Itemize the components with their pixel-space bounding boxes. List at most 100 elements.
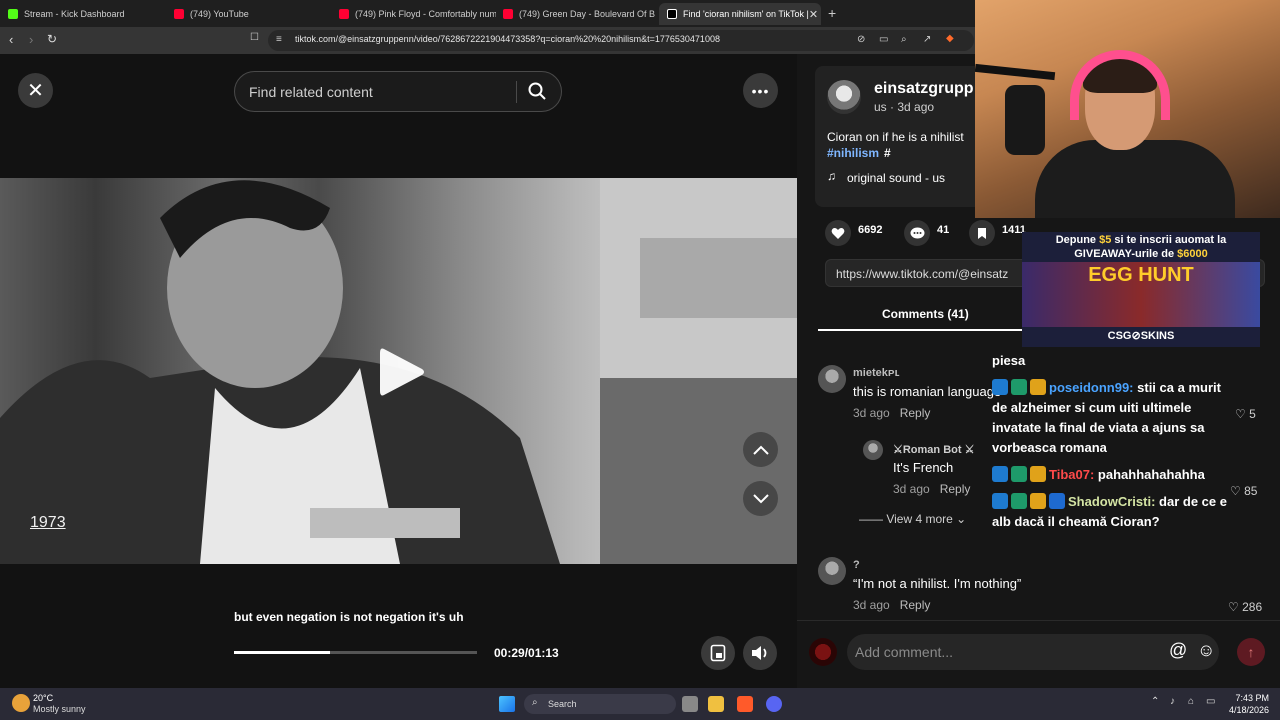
webcam-person-body — [1035, 140, 1235, 218]
play-icon — [380, 348, 424, 396]
like-button[interactable] — [825, 220, 851, 246]
search-icon: ⌕ — [532, 697, 538, 708]
reply-button[interactable]: Reply — [900, 598, 931, 612]
address-bar[interactable]: ≡ tiktok.com/@einsatzgruppenn/video/7628… — [268, 30, 974, 51]
comment-count: 41 — [937, 224, 950, 236]
volume-tray-icon[interactable]: ♪ — [1170, 696, 1175, 707]
taskbar-search-text: Search — [548, 699, 577, 709]
youtube-icon — [339, 9, 349, 19]
chat-message: piesa — [992, 351, 1025, 371]
tab-kick-dashboard[interactable]: Stream - Kick Dashboard — [0, 3, 165, 25]
file-explorer-icon[interactable] — [708, 696, 724, 712]
network-icon[interactable]: ⌂ — [1188, 696, 1194, 707]
chat-text: invatate la final de viata a ajuns sa — [992, 420, 1205, 435]
new-tab-button[interactable]: + — [828, 5, 836, 21]
send-comment-button[interactable]: ↑ — [1237, 638, 1265, 666]
search-icon[interactable] — [527, 81, 547, 106]
comment-time: 3d ago — [853, 598, 890, 612]
author-avatar[interactable] — [827, 80, 861, 114]
comment-like[interactable]: ♡ 5 — [1235, 407, 1256, 421]
hashtag-link-extra[interactable]: # — [884, 146, 891, 160]
comment-avatar[interactable] — [818, 365, 846, 393]
chat-text: alb dacă il cheamă Cioran? — [992, 514, 1160, 529]
promo-line1b: si te inscrii auomat la — [1111, 234, 1227, 246]
taskbar-clock[interactable]: 7:43 PM — [1225, 693, 1269, 703]
tab-label: Stream - Kick Dashboard — [24, 9, 125, 19]
brave-shield-icon[interactable]: ◆ — [946, 33, 954, 44]
volume-button[interactable] — [743, 636, 777, 670]
play-button[interactable] — [378, 345, 426, 404]
close-tab-icon[interactable]: ✕ — [809, 8, 818, 21]
lightning-badge-icon — [992, 466, 1008, 482]
comment-username[interactable]: ? — [853, 559, 860, 571]
reply-like[interactable]: ♡ 85 — [1230, 484, 1257, 498]
save-button[interactable] — [969, 220, 995, 246]
chat-text: stii ca a murit — [1137, 380, 1221, 395]
divider-line-icon: —— — [859, 512, 887, 526]
tab-pink-floyd[interactable]: (749) Pink Floyd - Comfortably numb — [331, 3, 496, 25]
hashtag-link[interactable]: #nihilism — [827, 146, 879, 160]
no-tracking-icon[interactable]: ⊘ — [857, 34, 865, 45]
comment-avatar[interactable] — [818, 557, 846, 585]
back-icon[interactable]: ‹ — [9, 32, 13, 47]
more-options-button[interactable]: ••• — [743, 73, 778, 108]
reply-username[interactable]: ⚔Roman Bot ⚔ — [893, 443, 974, 456]
view-more-replies[interactable]: —— View 4 more ⌄ — [859, 512, 966, 526]
previous-video-button[interactable] — [743, 432, 778, 467]
tab-comments[interactable]: Comments (41) — [882, 307, 969, 321]
reply-avatar[interactable] — [863, 440, 883, 460]
task-view-icon[interactable] — [682, 696, 698, 712]
author-name[interactable]: einsatzgrupp — [874, 80, 974, 98]
start-menu-icon[interactable] — [499, 696, 515, 712]
progress-bar[interactable] — [234, 651, 477, 654]
reload-icon[interactable]: ↻ — [47, 32, 57, 46]
video-pane: ✕ Find related content ••• 1973 but even… — [0, 54, 797, 688]
next-video-button[interactable] — [743, 481, 778, 516]
comment-meta: 3d ago Reply — [853, 598, 930, 612]
video-frame[interactable]: 1973 — [0, 178, 797, 564]
tray-chevron-icon[interactable]: ⌃ — [1151, 696, 1159, 707]
comment-like[interactable]: ♡ 286 — [1228, 600, 1262, 614]
more-icon: ••• — [751, 82, 770, 99]
comment-button[interactable] — [904, 220, 930, 246]
share-icon[interactable]: ↗ — [923, 34, 931, 45]
taskbar-search[interactable]: ⌕ Search — [524, 694, 676, 714]
weather-sun-icon[interactable] — [12, 694, 30, 712]
battery-icon[interactable]: ▭ — [1206, 696, 1215, 707]
tab-tiktok-active[interactable]: Find 'cioran nihilism' on TikTok | ✕ — [659, 3, 821, 25]
tab-green-day[interactable]: (749) Green Day - Boulevard Of Broken — [495, 3, 655, 25]
heart-outline-icon: ♡ — [1235, 407, 1250, 421]
taskbar-date[interactable]: 4/18/2026 — [1225, 705, 1269, 715]
related-search-box[interactable]: Find related content — [234, 71, 562, 112]
site-info-icon[interactable]: ≡ — [276, 34, 282, 45]
picture-in-picture-button[interactable] — [701, 636, 735, 670]
close-button[interactable]: ✕ — [18, 73, 53, 108]
search-input[interactable]: Find related content — [249, 84, 373, 100]
sound-link[interactable]: original sound - us — [847, 171, 945, 185]
youtube-icon — [174, 9, 184, 19]
video-time: 00:29/01:13 — [494, 646, 559, 660]
view-more-label: View 4 more — [886, 512, 953, 526]
comment-placeholder: Add comment... — [855, 644, 954, 660]
chat-message-cont: de alzheimer si cum uiti ultimele — [992, 398, 1191, 418]
chat-message: ShadowCristi: dar de ce e — [992, 492, 1227, 512]
weather-desc[interactable]: Mostly sunny — [33, 704, 86, 714]
mention-icon[interactable]: @ — [1169, 640, 1187, 661]
emoji-icon[interactable]: ☺ — [1197, 640, 1215, 661]
weather-temp[interactable]: 20°C — [33, 693, 53, 703]
reply-button[interactable]: Reply — [940, 482, 971, 496]
heart-icon — [831, 227, 845, 239]
zoom-icon[interactable]: ⌕ — [901, 34, 907, 45]
comment-time: 3d ago — [853, 406, 890, 420]
discord-icon[interactable] — [766, 696, 782, 712]
tab-youtube[interactable]: (749) YouTube — [166, 3, 331, 25]
reply-button[interactable]: Reply — [900, 406, 931, 420]
comment-username[interactable]: mietekᴘʟ — [853, 367, 900, 379]
comment-input[interactable]: Add comment... @ ☺ — [847, 634, 1219, 670]
forward-icon[interactable]: › — [29, 32, 33, 47]
bookmark-icon[interactable]: ☐ — [250, 32, 259, 43]
verified-badge-icon — [1049, 493, 1065, 509]
chat-text: de alzheimer si cum uiti ultimele — [992, 400, 1192, 415]
screen-icon[interactable]: ▭ — [879, 34, 888, 45]
brave-browser-icon[interactable] — [737, 696, 753, 712]
